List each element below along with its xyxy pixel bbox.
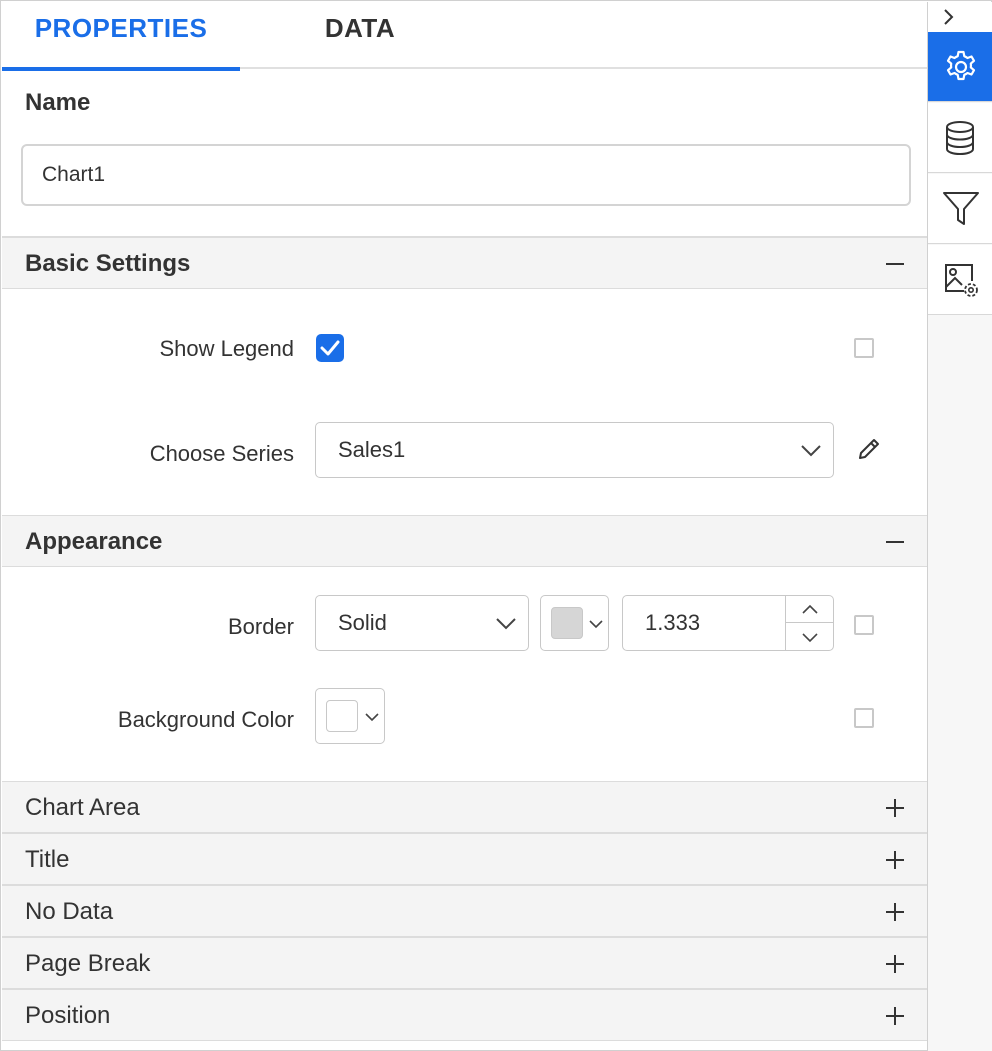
filter-icon (943, 192, 979, 225)
show-legend-label: Show Legend (159, 336, 294, 361)
choose-series-dropdown[interactable]: Sales1 (315, 422, 834, 478)
position-header[interactable]: Position (2, 989, 927, 1041)
edit-series-icon[interactable] (854, 434, 884, 464)
basic-settings-body: Show Legend Choose Series Sales1 (2, 289, 927, 515)
background-color-picker[interactable] (315, 688, 385, 744)
name-section: Name Chart1 (2, 69, 927, 237)
expand-icon[interactable] (883, 990, 907, 1042)
basic-settings-header[interactable]: Basic Settings (2, 237, 927, 289)
show-legend-override-checkbox[interactable] (854, 338, 874, 358)
chevron-down-icon (496, 618, 516, 630)
filter-sidebar-button[interactable] (928, 174, 992, 244)
chevron-up-icon (802, 604, 818, 614)
expand-icon[interactable] (883, 834, 907, 886)
border-style-dropdown[interactable]: Solid (315, 595, 529, 651)
border-color-picker[interactable] (540, 595, 609, 651)
show-legend-checkbox[interactable] (316, 334, 344, 362)
checkmark-icon (320, 340, 340, 356)
right-sidebar (927, 2, 992, 1051)
tab-properties[interactable]: PROPERTIES (2, 2, 240, 71)
chevron-down-icon (365, 713, 379, 722)
position-title: Position (25, 1002, 111, 1029)
properties-sidebar-button[interactable] (928, 32, 992, 102)
name-input[interactable]: Chart1 (21, 144, 911, 206)
page-break-header[interactable]: Page Break (2, 937, 927, 989)
tab-bar: PROPERTIES DATA (2, 2, 927, 71)
data-sidebar-button[interactable] (928, 103, 992, 173)
choose-series-label: Choose Series (149, 441, 294, 466)
chevron-down-icon (802, 633, 818, 643)
chevron-down-icon (801, 445, 821, 457)
chart-area-header[interactable]: Chart Area (2, 781, 927, 833)
border-width-numeric[interactable]: 1.333 (622, 595, 834, 651)
border-color-swatch (551, 607, 583, 639)
border-override-checkbox[interactable] (854, 615, 874, 635)
border-style-value: Solid (338, 610, 387, 635)
border-width-value: 1.333 (645, 610, 701, 635)
spin-down-button[interactable] (786, 623, 833, 650)
background-color-override-checkbox[interactable] (854, 708, 874, 728)
database-icon (946, 121, 974, 156)
title-section-title: Title (25, 846, 70, 873)
expand-icon[interactable] (883, 782, 907, 834)
chevron-down-icon (589, 620, 603, 629)
appearance-header[interactable]: Appearance (2, 515, 927, 567)
image-settings-sidebar-button[interactable] (928, 245, 992, 315)
name-label: Name (25, 89, 91, 116)
chevron-right-icon (944, 9, 954, 25)
appearance-body: Border Solid 1.333 Background Color (2, 567, 927, 781)
no-data-header[interactable]: No Data (2, 885, 927, 937)
expand-icon[interactable] (883, 886, 907, 938)
page-break-title: Page Break (25, 950, 151, 977)
spin-up-button[interactable] (786, 596, 833, 623)
image-settings-icon (945, 264, 978, 297)
collapse-icon[interactable] (883, 516, 907, 568)
title-header[interactable]: Title (2, 833, 927, 885)
properties-panel: PROPERTIES DATA Name Chart1 Basic Settin… (2, 2, 927, 1051)
properties-window: PROPERTIES DATA Name Chart1 Basic Settin… (0, 0, 992, 1051)
background-color-label: Background Color (117, 707, 294, 732)
no-data-title: No Data (25, 898, 114, 925)
collapse-panel-button[interactable] (928, 2, 992, 32)
basic-settings-title: Basic Settings (25, 250, 191, 277)
choose-series-value: Sales1 (338, 437, 406, 462)
collapse-icon[interactable] (883, 238, 907, 290)
chart-area-title: Chart Area (25, 794, 140, 821)
background-color-swatch (326, 700, 358, 732)
gear-icon (946, 50, 976, 81)
tab-data[interactable]: DATA (240, 2, 480, 69)
appearance-title: Appearance (25, 528, 163, 555)
border-width-spinner (785, 596, 833, 650)
border-label: Border (227, 614, 294, 639)
expand-icon[interactable] (883, 938, 907, 990)
